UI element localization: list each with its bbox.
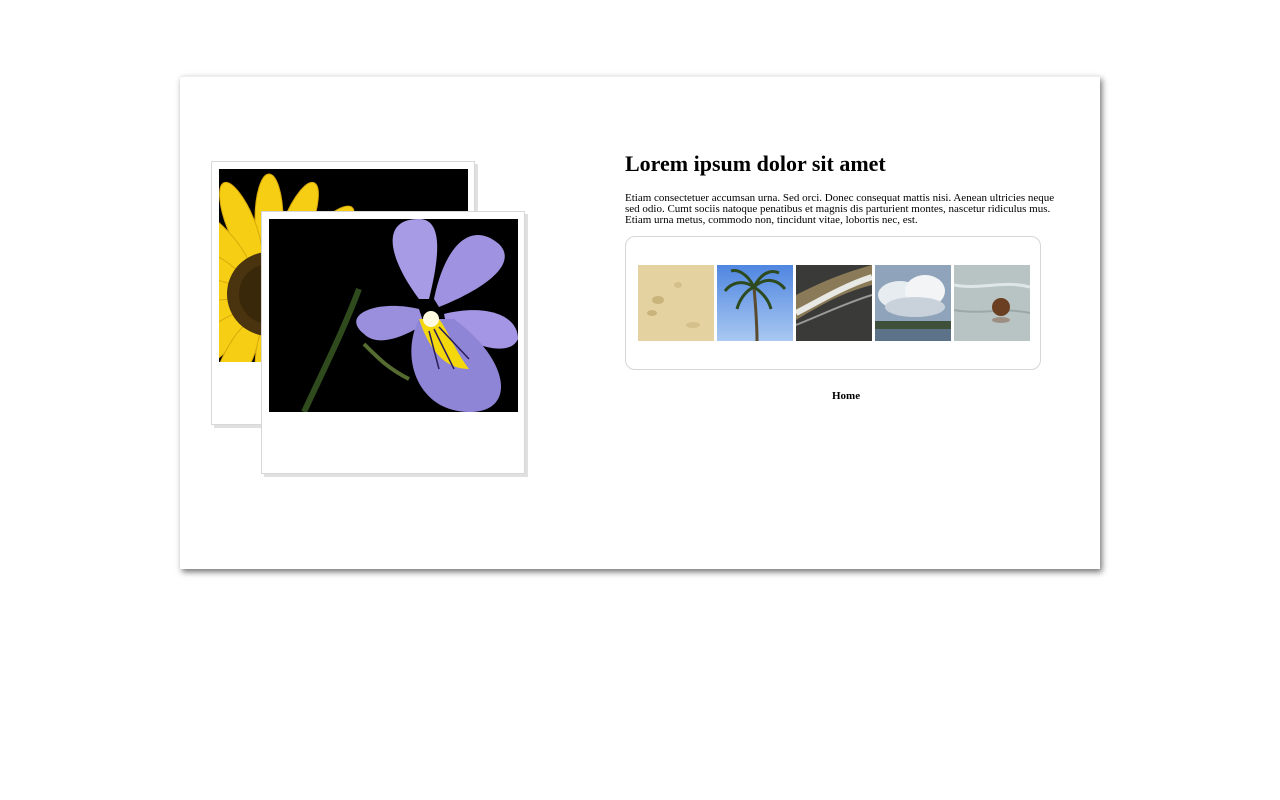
coconut-beach-thumbnail[interactable] — [954, 265, 1030, 341]
thumbnail-strip — [638, 265, 1030, 341]
page-description: Etiam consectetuer accumsan urna. Sed or… — [625, 192, 1055, 226]
content-card: Lorem ipsum dolor sit amet Etiam consect… — [180, 76, 1100, 569]
page-title: Lorem ipsum dolor sit amet — [625, 151, 886, 176]
violet-pansy-photo — [269, 219, 518, 412]
cloudy-sky-thumbnail[interactable] — [875, 265, 951, 341]
home-link[interactable]: Home — [832, 390, 860, 402]
thumbnail-gallery — [625, 236, 1041, 370]
polaroid-violet[interactable] — [261, 211, 525, 474]
palm-tree-thumbnail[interactable] — [717, 265, 793, 341]
ocean-wave-thumbnail[interactable] — [796, 265, 872, 341]
sand-footprints-thumbnail[interactable] — [638, 265, 714, 341]
